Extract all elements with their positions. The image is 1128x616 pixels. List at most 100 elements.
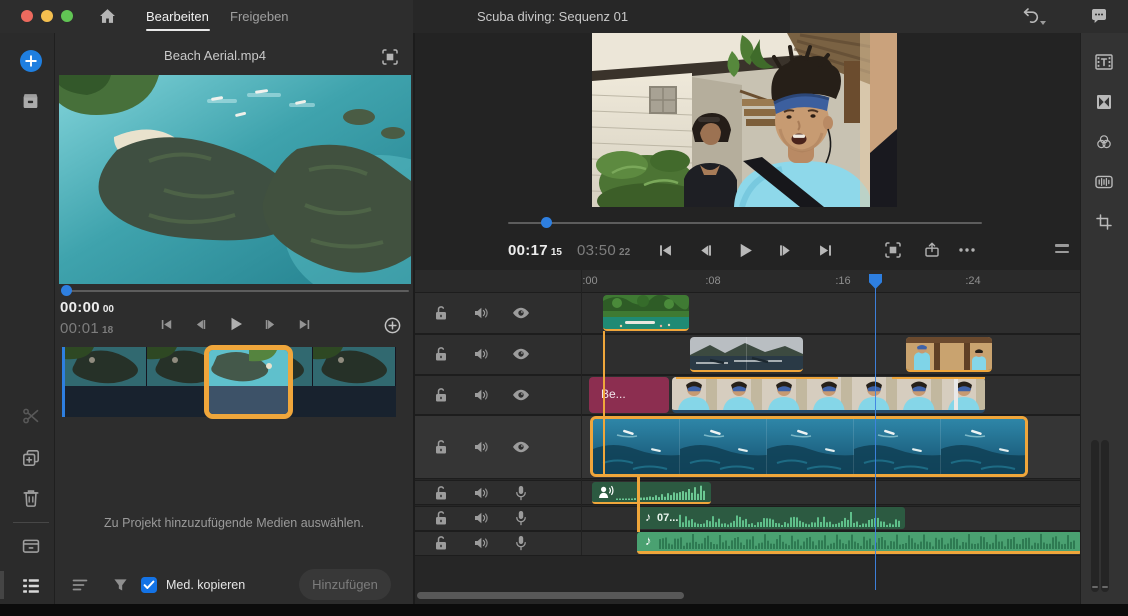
speaker-icon[interactable] — [473, 306, 489, 320]
window-minimize-button[interactable] — [41, 10, 53, 22]
clip-music-2[interactable]: ♪ — [637, 532, 1082, 554]
program-total-timecode: 03:5022 — [577, 242, 630, 260]
filter-icon[interactable] — [113, 578, 128, 592]
check-icon — [143, 580, 155, 590]
fullscreen-icon[interactable] — [885, 242, 901, 258]
copy-media-label: Med. kopieren — [166, 577, 245, 593]
delete-icon[interactable] — [23, 489, 39, 507]
clip-people[interactable] — [672, 377, 985, 413]
lock-icon[interactable] — [434, 535, 448, 551]
clip-people-selection-edge — [676, 377, 838, 379]
speaker-icon[interactable] — [473, 511, 489, 525]
source-skip-forward-button[interactable] — [298, 318, 311, 331]
source-play-button[interactable] — [228, 316, 244, 332]
more-options-icon[interactable] — [959, 248, 975, 252]
split-scissors-icon[interactable] — [22, 407, 40, 425]
speaker-icon[interactable] — [473, 486, 489, 500]
speaker-icon[interactable] — [473, 440, 489, 454]
program-skip-forward-button[interactable] — [818, 243, 833, 258]
fit-preview-icon[interactable] — [382, 49, 398, 65]
eye-icon[interactable] — [512, 441, 530, 453]
timeline-horizontal-scrollbar[interactable] — [417, 592, 684, 599]
clip-people-selection-edge — [892, 377, 985, 379]
export-frame-icon[interactable] — [22, 537, 40, 555]
window-close-button[interactable] — [21, 10, 33, 22]
source-step-forward-button[interactable] — [264, 318, 277, 331]
project-list-icon[interactable] — [22, 578, 40, 594]
home-icon[interactable] — [99, 8, 116, 24]
eye-icon[interactable] — [512, 307, 530, 319]
speaker-icon[interactable] — [473, 347, 489, 361]
sort-icon[interactable] — [72, 579, 88, 591]
copy-media-checkbox[interactable] — [141, 577, 157, 593]
source-preview-image — [59, 75, 411, 284]
source-step-back-button[interactable] — [194, 318, 207, 331]
program-skip-back-button[interactable] — [658, 243, 673, 258]
clip-aerial-selected[interactable] — [590, 416, 1028, 477]
lock-icon[interactable] — [434, 387, 448, 403]
window-zoom-button[interactable] — [61, 10, 73, 22]
undo-caret-icon[interactable] — [1040, 21, 1046, 25]
lock-icon[interactable] — [434, 485, 448, 501]
speaker-icon[interactable] — [473, 388, 489, 402]
duplicate-icon[interactable] — [22, 449, 40, 467]
program-play-button[interactable] — [737, 242, 754, 259]
music-note-icon: ♪ — [645, 535, 652, 547]
program-preview-image — [592, 33, 897, 207]
clip-boats[interactable] — [690, 337, 803, 372]
mic-icon[interactable] — [515, 535, 527, 551]
lock-icon[interactable] — [434, 439, 448, 455]
source-scrubber-handle[interactable] — [61, 285, 72, 296]
tab-freigeben[interactable]: Freigeben — [230, 0, 289, 33]
side-scrollbar[interactable] — [1091, 440, 1099, 592]
source-skip-back-button[interactable] — [160, 318, 173, 331]
side-scrollbar[interactable] — [1101, 440, 1109, 592]
mic-icon[interactable] — [515, 485, 527, 501]
color-icon[interactable] — [1096, 134, 1112, 150]
source-current-timecode: 00:0000 — [60, 299, 114, 317]
add-button[interactable]: Hinzufügen — [299, 569, 391, 600]
clip-title[interactable]: Be... — [589, 377, 669, 413]
loop-share-icon[interactable] — [924, 242, 940, 258]
lock-icon[interactable] — [434, 305, 448, 321]
top-bar: Bearbeiten Freigeben Scuba diving: Seque… — [0, 0, 1128, 33]
program-step-back-button[interactable] — [698, 243, 713, 258]
clip-jungle[interactable] — [603, 295, 689, 331]
lock-icon[interactable] — [434, 346, 448, 362]
eye-icon[interactable] — [512, 389, 530, 401]
titles-icon[interactable] — [1095, 54, 1113, 70]
program-step-forward-button[interactable] — [778, 243, 793, 258]
source-scrubber-track[interactable] — [64, 290, 409, 292]
speaker-icon[interactable] — [473, 536, 489, 550]
tab-active-underline — [146, 29, 210, 31]
music-waveform — [659, 532, 1077, 549]
crop-transform-icon[interactable] — [1096, 214, 1112, 230]
clip-music-1[interactable]: ♪ 07... — [637, 507, 905, 529]
transitions-icon[interactable] — [1096, 94, 1112, 110]
filmstrip-playhead[interactable] — [62, 347, 65, 417]
media-browser-icon[interactable] — [21, 91, 40, 110]
voiceover-waveform — [616, 484, 708, 500]
program-scrubber-handle[interactable] — [541, 217, 552, 228]
lock-icon[interactable] — [434, 510, 448, 526]
audio-mixer-icon[interactable] — [1095, 174, 1113, 190]
program-current-timecode: 00:1715 — [508, 242, 562, 260]
source-clip-title: Beach Aerial.mp4 — [55, 48, 375, 63]
feedback-icon[interactable] — [1090, 8, 1108, 24]
clip-aerial-thumbnails — [593, 419, 1025, 474]
filmstrip-selection[interactable] — [204, 345, 293, 419]
mic-icon[interactable] — [515, 510, 527, 526]
clip-house[interactable] — [906, 337, 992, 372]
plus-icon — [25, 55, 37, 67]
playhead-line[interactable] — [875, 288, 877, 590]
add-media-button[interactable] — [20, 50, 42, 72]
undo-icon[interactable] — [1022, 7, 1040, 23]
music-note-icon: ♪ — [645, 511, 651, 523]
program-scrubber-track[interactable] — [508, 222, 982, 224]
clip-people-thumbnails — [672, 377, 985, 410]
app-window: Bearbeiten Freigeben Scuba diving: Seque… — [0, 0, 1128, 616]
add-to-timeline-button[interactable] — [384, 317, 401, 334]
clip-voiceover[interactable] — [592, 482, 711, 504]
monitor-settings-icon[interactable] — [1055, 244, 1069, 253]
eye-icon[interactable] — [512, 348, 530, 360]
